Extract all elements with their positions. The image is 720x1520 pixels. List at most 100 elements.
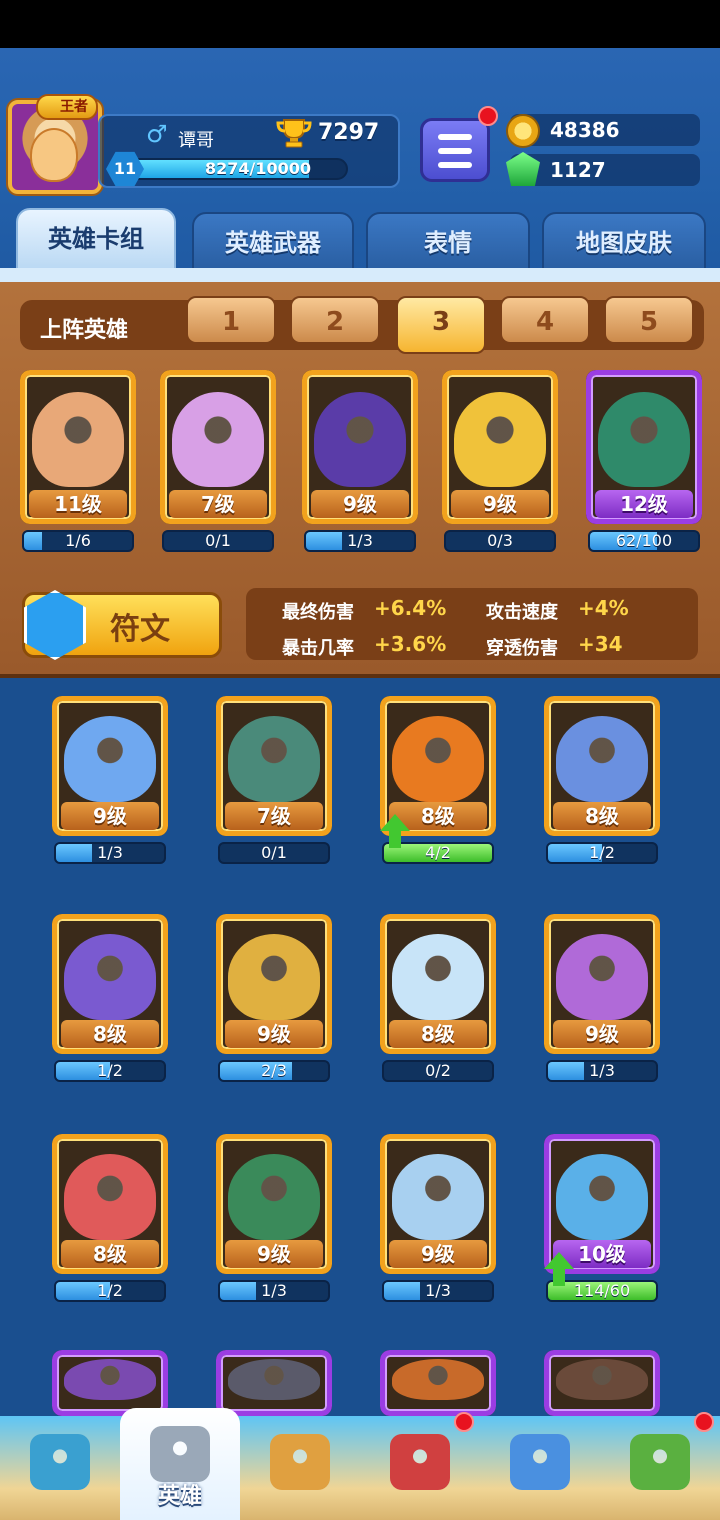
lava-golem-hero-icon <box>391 1359 485 1401</box>
rank-badge: 王者 <box>36 94 98 120</box>
hero-level: 11级 <box>29 489 127 518</box>
hero-card[interactable] <box>216 1350 332 1416</box>
hero-card[interactable]: 12级 <box>586 370 702 524</box>
hero-card[interactable]: 7级 <box>216 696 332 836</box>
card-progress-bar: 1/3 <box>218 1280 330 1302</box>
tab-map-skins[interactable]: 地图皮肤 <box>542 212 706 270</box>
card-progress-bar: 0/3 <box>444 530 556 552</box>
card-progress-text: 2/3 <box>261 1061 287 1080</box>
nav-item-1[interactable]: 英雄 <box>120 1408 240 1520</box>
hero-card[interactable] <box>52 1350 168 1416</box>
lineup-slot-5[interactable]: 5 <box>604 296 694 344</box>
hooded-wizard-hero-icon <box>555 1359 649 1401</box>
fan-girl-hero-icon <box>171 391 265 488</box>
status-bar <box>0 0 720 48</box>
hero-level: 9级 <box>451 489 549 518</box>
hero-card[interactable]: 9级 <box>302 370 418 524</box>
penguin-thief-hero-icon <box>227 1359 321 1401</box>
monkey-king-hero-icon <box>31 391 125 488</box>
hero-card[interactable]: 9级 <box>380 1134 496 1274</box>
red-monocle-hero-icon <box>63 1153 157 1241</box>
hero-level: 8级 <box>61 1020 159 1049</box>
card-progress-bar: 1/3 <box>546 1060 658 1082</box>
card-progress-text: 0/2 <box>425 1061 451 1080</box>
hero-card[interactable]: 10级 <box>544 1134 660 1274</box>
hero-level: 9级 <box>225 1240 323 1269</box>
hero-level: 8级 <box>553 802 651 831</box>
stat-value: +3.6% <box>374 632 447 656</box>
card-progress-text: 1/6 <box>65 531 91 550</box>
hero-card[interactable]: 8级 <box>544 696 660 836</box>
hero-level: 8级 <box>61 1240 159 1269</box>
menu-icon-line <box>438 148 472 154</box>
card-progress-bar: 0/1 <box>162 530 274 552</box>
stat-value: +4% <box>578 596 629 620</box>
card-progress-bar: 1/3 <box>382 1280 494 1302</box>
card-progress-bar: 1/2 <box>54 1060 166 1082</box>
card-progress-text: 1/3 <box>97 843 123 862</box>
gender-icon: ♂ <box>146 120 168 148</box>
tab-underline <box>0 268 720 282</box>
stat-value: +34 <box>578 632 623 656</box>
green-goggles-hero-icon <box>227 1153 321 1241</box>
nav-item-0[interactable] <box>0 1416 120 1520</box>
flame-beard-hero-icon <box>391 715 485 803</box>
hero-level: 7级 <box>225 802 323 831</box>
nav-notification-dot <box>454 1412 474 1432</box>
treasure-chest-icon <box>30 1434 90 1490</box>
lineup-slot-4[interactable]: 4 <box>500 296 590 344</box>
crown-shield-icon <box>390 1434 450 1490</box>
card-progress-bar: 1/3 <box>54 842 166 864</box>
menu-icon <box>438 134 472 140</box>
skull-mage-hero-icon <box>555 933 649 1021</box>
hero-card[interactable]: 8级 <box>380 914 496 1054</box>
nav-notification-dot <box>694 1412 714 1432</box>
player-name: 谭哥 <box>178 130 214 151</box>
tab-emotes[interactable]: 表情 <box>366 212 530 270</box>
tab-hero-deck[interactable]: 英雄卡组 <box>16 208 176 272</box>
stat-name: 暴击几率 <box>282 638 354 659</box>
police-zombie-hero-icon <box>227 715 321 803</box>
octopus-pirate-hero-icon <box>63 933 157 1021</box>
hero-card[interactable]: 9级 <box>216 1134 332 1274</box>
hero-card[interactable] <box>380 1350 496 1416</box>
hero-card[interactable]: 8级 <box>380 696 496 836</box>
zeus-hero-icon <box>391 1153 485 1241</box>
card-progress-text: 0/1 <box>205 531 231 550</box>
hero-card[interactable] <box>544 1350 660 1416</box>
card-progress-bar: 2/3 <box>218 1060 330 1082</box>
trophy-icon <box>276 119 312 148</box>
hero-level: 9级 <box>311 489 409 518</box>
tab-hero-weapons[interactable]: 英雄武器 <box>192 212 354 270</box>
friends-banner-icon <box>510 1434 570 1490</box>
hero-card[interactable]: 7级 <box>160 370 276 524</box>
hero-card[interactable]: 11级 <box>20 370 136 524</box>
hero-card[interactable]: 9级 <box>442 370 558 524</box>
hero-card[interactable]: 9级 <box>216 914 332 1054</box>
hero-level: 12级 <box>595 489 693 518</box>
card-progress-text: 0/1 <box>261 843 287 862</box>
hero-level: 9级 <box>553 1020 651 1049</box>
hero-card[interactable]: 9级 <box>52 696 168 836</box>
hero-level: 9级 <box>61 802 159 831</box>
lineup-slot-1[interactable]: 1 <box>186 296 276 344</box>
card-progress-bar: 1/2 <box>54 1280 166 1302</box>
lineup-slot-2[interactable]: 2 <box>290 296 380 344</box>
lineup-slot-3[interactable]: 3 <box>396 296 486 354</box>
nav-item-2[interactable] <box>240 1416 360 1520</box>
hero-card[interactable]: 8级 <box>52 914 168 1054</box>
yeti-hero-icon <box>391 933 485 1021</box>
card-progress-text: 1/3 <box>425 1281 451 1300</box>
purple-hat-hero-icon <box>63 1359 157 1401</box>
crossed-swords-icon <box>270 1434 330 1490</box>
hero-card[interactable]: 9级 <box>544 914 660 1054</box>
stat-name: 穿透伤害 <box>486 638 558 659</box>
hero-card[interactable]: 8级 <box>52 1134 168 1274</box>
card-progress-text: 1/2 <box>589 843 615 862</box>
hero-level: 7级 <box>169 489 267 518</box>
card-progress-text: 1/2 <box>97 1281 123 1300</box>
card-progress-text: 1/3 <box>589 1061 615 1080</box>
blue-hair-girl-hero-icon <box>63 715 157 803</box>
nav-item-4[interactable] <box>480 1416 600 1520</box>
gem-amount: 1127 <box>550 158 606 182</box>
